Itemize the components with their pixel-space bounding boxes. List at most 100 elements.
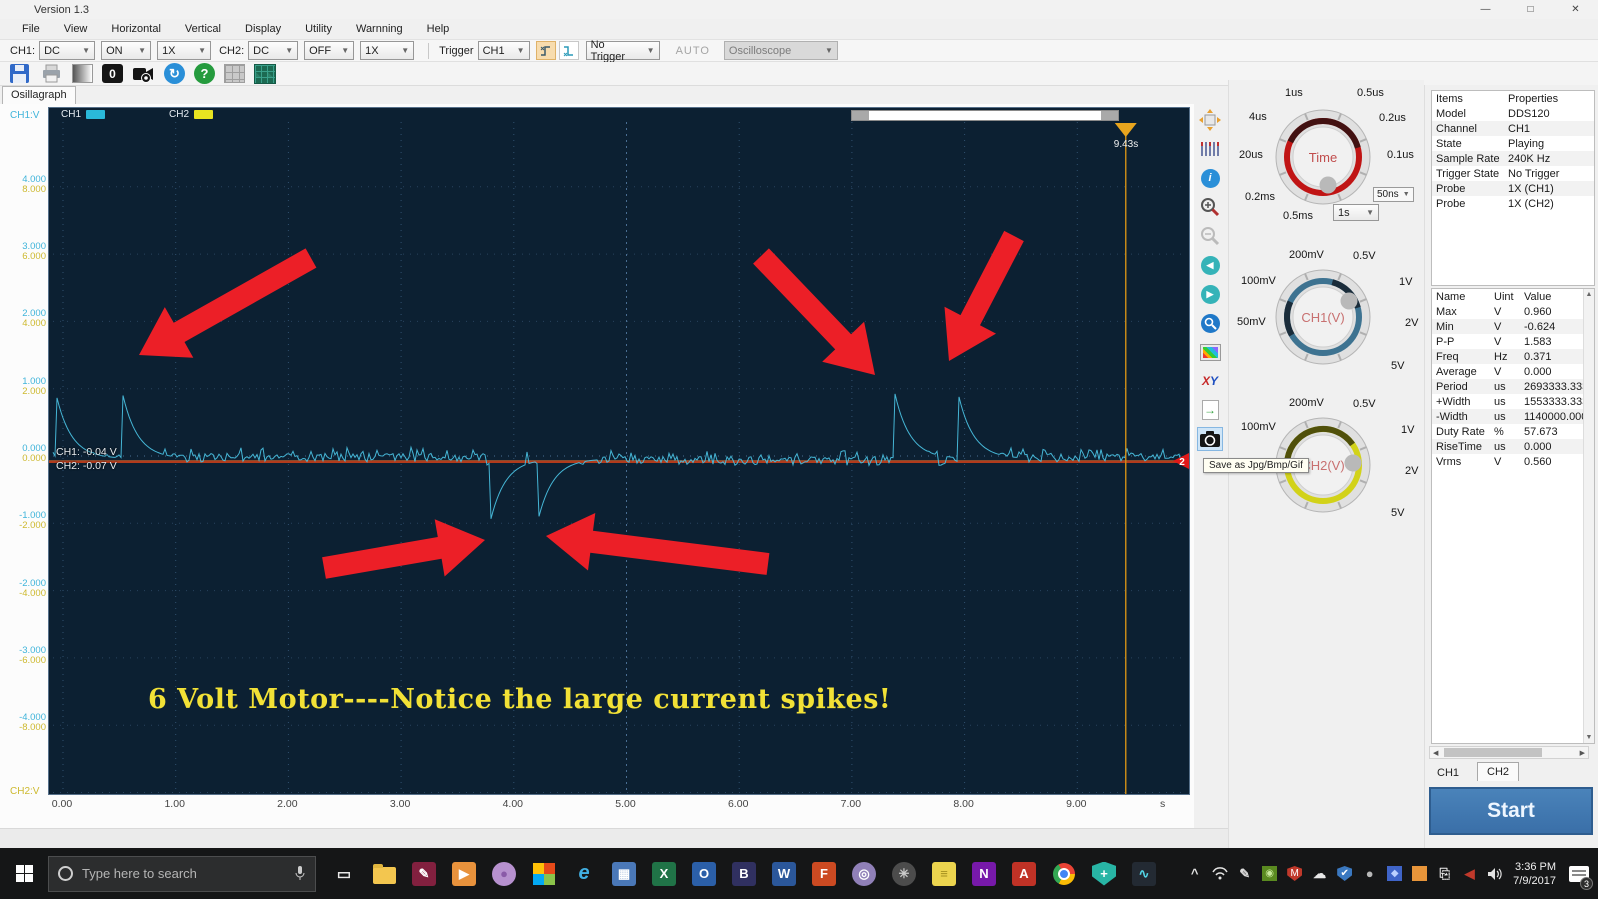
start-menu-icon[interactable] bbox=[0, 848, 48, 899]
table-row[interactable]: +Width us 1553333.333 bbox=[1432, 394, 1583, 409]
trigger-source-select[interactable]: CH1 ▼ bbox=[477, 41, 530, 60]
menu-display[interactable]: Display bbox=[233, 21, 293, 37]
outlook-icon[interactable]: O bbox=[684, 848, 724, 899]
program-tray-icon[interactable]: ◆ bbox=[1386, 865, 1403, 882]
prev-icon[interactable]: ◀ bbox=[1197, 253, 1223, 277]
menu-horizontal[interactable]: Horizontal bbox=[99, 21, 173, 37]
taskbar-search[interactable]: Type here to search bbox=[48, 855, 316, 892]
notes-app-icon[interactable]: ≡ bbox=[924, 848, 964, 899]
menu-utility[interactable]: Utility bbox=[293, 21, 344, 37]
usb-icon[interactable]: ⎘ bbox=[1436, 865, 1453, 882]
pan-icon[interactable] bbox=[1197, 108, 1223, 132]
ch1-coupling-select[interactable]: DC ▼ bbox=[39, 41, 96, 60]
pen-tray-icon[interactable]: ✎ bbox=[1236, 865, 1253, 882]
start-button[interactable]: Start bbox=[1429, 787, 1593, 835]
export-icon[interactable]: → bbox=[1197, 398, 1223, 422]
save-icon[interactable] bbox=[8, 63, 31, 84]
help-icon[interactable]: ? bbox=[194, 63, 215, 84]
time-fine-select[interactable]: 50ns ▼ bbox=[1373, 187, 1414, 202]
table-row[interactable]: Period us 2693333.333 bbox=[1432, 379, 1583, 394]
wifi-icon[interactable] bbox=[1211, 865, 1228, 882]
disc-app-icon[interactable]: ◎ bbox=[844, 848, 884, 899]
measurements-scrollbar[interactable]: ▲ ▼ bbox=[1583, 289, 1594, 743]
search-icon[interactable] bbox=[1197, 311, 1223, 335]
video-app-icon[interactable]: ▶ bbox=[444, 848, 484, 899]
maximize-icon[interactable]: □ bbox=[1508, 0, 1553, 19]
file-explorer-icon[interactable] bbox=[364, 848, 404, 899]
device-select[interactable]: Oscilloscope ▼ bbox=[723, 41, 838, 60]
rising-edge-icon[interactable] bbox=[535, 41, 556, 60]
ch1-chip[interactable]: CH1 bbox=[61, 109, 106, 120]
trigger-mode-select[interactable]: No Trigger ▼ bbox=[585, 39, 660, 63]
table-row[interactable]: Channel CH1 bbox=[1432, 121, 1594, 136]
table-row[interactable]: RiseTime us 0.000 bbox=[1432, 439, 1583, 454]
music-app-icon[interactable]: ● bbox=[484, 848, 524, 899]
palette-icon[interactable] bbox=[1197, 340, 1223, 364]
menu-warnning[interactable]: Warnning bbox=[344, 21, 415, 37]
edge-icon[interactable]: e bbox=[564, 848, 604, 899]
table-row[interactable]: Average V 0.000 bbox=[1432, 364, 1583, 379]
gear-app-icon[interactable]: ✳ bbox=[884, 848, 924, 899]
table-row[interactable]: Sample Rate 240K Hz bbox=[1432, 151, 1594, 166]
table-row[interactable]: P-P V 1.583 bbox=[1432, 334, 1583, 349]
ch2-state-select[interactable]: OFF ▼ bbox=[304, 41, 355, 60]
table-row[interactable]: Model DDS120 bbox=[1432, 106, 1594, 121]
zoom-out-icon[interactable] bbox=[1197, 224, 1223, 248]
tab-ch1[interactable]: CH1 bbox=[1429, 765, 1467, 781]
table-row[interactable]: Probe 1X (CH2) bbox=[1432, 196, 1594, 211]
timebase-select[interactable]: 1s ▼ bbox=[1333, 204, 1379, 221]
scope-display[interactable]: 2 CH1 CH2 9.43s CH1: -0.04 V CH2: -0.07 … bbox=[48, 107, 1190, 795]
color-tray-icon[interactable] bbox=[1411, 865, 1428, 882]
camera-icon[interactable] bbox=[1197, 427, 1223, 451]
onedrive-icon[interactable]: ☁ bbox=[1311, 865, 1328, 882]
table-row[interactable]: Max V 0.960 bbox=[1432, 304, 1583, 319]
ch2-coupling-select[interactable]: DC ▼ bbox=[248, 41, 299, 60]
menu-file[interactable]: File bbox=[10, 21, 52, 37]
nvidia-icon[interactable]: ◉ bbox=[1261, 865, 1278, 882]
table-row[interactable]: State Playing bbox=[1432, 136, 1594, 151]
menu-help[interactable]: Help bbox=[415, 21, 462, 37]
office-hub-icon[interactable] bbox=[524, 848, 564, 899]
menu-vertical[interactable]: Vertical bbox=[173, 21, 233, 37]
horizontal-position-scrollbar[interactable] bbox=[851, 110, 1119, 121]
xy-mode-icon[interactable]: XY bbox=[1197, 369, 1223, 393]
hw-monitor-icon[interactable]: ∿ bbox=[1124, 848, 1164, 899]
grid-green-icon[interactable] bbox=[254, 63, 276, 84]
ch2-probe-select[interactable]: 1X ▼ bbox=[360, 41, 415, 60]
horizontal-scrollbar[interactable]: ◀ ▶ bbox=[1429, 746, 1589, 759]
cam-tray-icon[interactable]: ● bbox=[1361, 865, 1378, 882]
minimize-icon[interactable]: — bbox=[1463, 0, 1508, 19]
volume-icon[interactable] bbox=[1486, 865, 1503, 882]
ruler-icon[interactable] bbox=[1197, 137, 1223, 161]
mcafee-icon[interactable]: M bbox=[1286, 865, 1303, 882]
pen-app-icon[interactable]: ✎ bbox=[404, 848, 444, 899]
audio-tray-icon[interactable]: ◀ bbox=[1461, 865, 1478, 882]
falling-edge-icon[interactable] bbox=[558, 41, 579, 60]
info-icon[interactable]: i bbox=[1197, 166, 1223, 190]
microphone-icon[interactable] bbox=[294, 865, 306, 882]
onenote-icon[interactable]: N bbox=[964, 848, 1004, 899]
defender-app-icon[interactable]: + bbox=[1084, 848, 1124, 899]
acrobat-icon[interactable]: A bbox=[1004, 848, 1044, 899]
action-center-icon[interactable]: 3 bbox=[1564, 848, 1594, 899]
record-icon[interactable] bbox=[132, 63, 155, 84]
defender-icon[interactable]: ✔ bbox=[1336, 865, 1353, 882]
table-row[interactable]: Freq Hz 0.371 bbox=[1432, 349, 1583, 364]
table-row[interactable]: Min V -0.624 bbox=[1432, 319, 1583, 334]
taskbar-clock[interactable]: 3:36 PM 7/9/2017 bbox=[1513, 860, 1556, 888]
grid-gray-icon[interactable] bbox=[224, 64, 245, 83]
zoom-in-icon[interactable] bbox=[1197, 195, 1223, 219]
zero-counter[interactable]: 0 bbox=[102, 64, 123, 83]
tray-expand-icon[interactable]: ^ bbox=[1186, 865, 1203, 882]
task-view-icon[interactable]: ▭ bbox=[324, 848, 364, 899]
contrast-icon[interactable] bbox=[72, 64, 93, 83]
ch2-chip[interactable]: CH2 bbox=[169, 109, 214, 120]
excel-icon[interactable]: X bbox=[644, 848, 684, 899]
table-row[interactable]: Probe 1X (CH1) bbox=[1432, 181, 1594, 196]
menu-view[interactable]: View bbox=[52, 21, 100, 37]
word-icon[interactable]: W bbox=[764, 848, 804, 899]
chrome-icon[interactable] bbox=[1044, 848, 1084, 899]
b-app-icon[interactable]: B bbox=[724, 848, 764, 899]
next-icon[interactable]: ▶ bbox=[1197, 282, 1223, 306]
print-icon[interactable] bbox=[40, 63, 63, 84]
